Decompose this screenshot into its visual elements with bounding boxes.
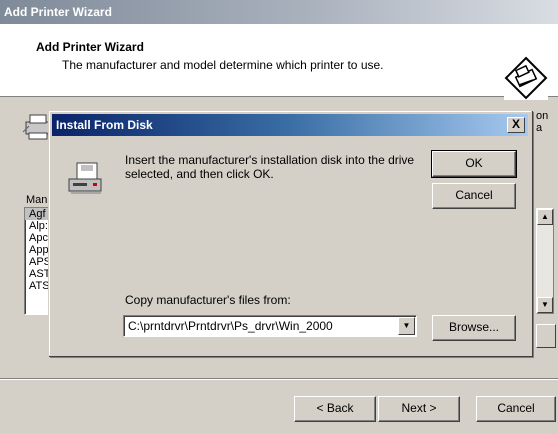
browse-button[interactable]: Browse... bbox=[432, 315, 516, 341]
install-from-disk-dialog: Install From Disk X Insert the manufactu… bbox=[48, 110, 532, 356]
dialog-title-bar: Install From Disk bbox=[52, 114, 528, 136]
dialog-message: Insert the manufacturer's installation d… bbox=[125, 153, 415, 181]
copy-from-combobox[interactable]: C:\prntdrvr\Prntdrvr\Ps_drvr\Win_2000 ▼ bbox=[123, 315, 417, 337]
next-button[interactable]: Next > bbox=[378, 396, 460, 422]
model-list-scrollbar[interactable]: ▲ ▼ bbox=[536, 208, 554, 314]
copy-from-path[interactable]: C:\prntdrvr\Prntdrvr\Ps_drvr\Win_2000 bbox=[128, 319, 333, 333]
wizard-header-subtitle: The manufacturer and model determine whi… bbox=[62, 58, 384, 72]
wizard-title-bar: Add Printer Wizard bbox=[0, 0, 558, 24]
chevron-down-icon[interactable]: ▼ bbox=[398, 317, 415, 335]
dialog-title: Install From Disk bbox=[56, 118, 153, 132]
ok-button[interactable]: OK bbox=[431, 150, 517, 178]
wizard-header-title: Add Printer Wizard bbox=[36, 40, 144, 54]
scroll-down-icon[interactable]: ▼ bbox=[537, 297, 553, 313]
back-button[interactable]: < Back bbox=[294, 396, 376, 422]
obscured-description-text: on a bbox=[536, 110, 549, 134]
divider bbox=[0, 378, 558, 380]
printer-wizard-logo-icon bbox=[504, 56, 548, 100]
disk-drive-icon bbox=[67, 161, 107, 197]
close-icon[interactable]: X bbox=[507, 117, 525, 133]
scroll-up-icon[interactable]: ▲ bbox=[537, 209, 553, 225]
obscured-button[interactable] bbox=[536, 324, 556, 348]
copy-from-label: Copy manufacturer's files from: bbox=[125, 293, 291, 307]
wizard-cancel-button[interactable]: Cancel bbox=[476, 396, 556, 422]
dialog-cancel-button[interactable]: Cancel bbox=[432, 183, 516, 209]
wizard-header: Add Printer Wizard The manufacturer and … bbox=[0, 24, 558, 100]
